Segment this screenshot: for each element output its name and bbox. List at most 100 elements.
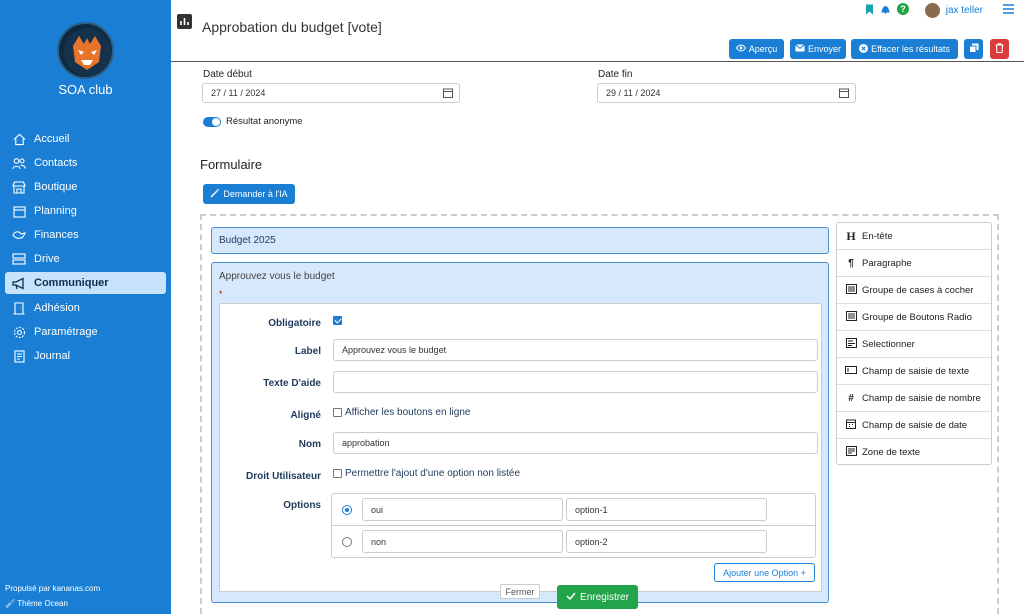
palette-item-select[interactable]: Selectionner	[837, 331, 991, 358]
preview-button[interactable]: Aperçu	[729, 39, 784, 59]
sidebar-item-journal[interactable]: Journal	[5, 345, 166, 367]
help-text-input[interactable]	[333, 371, 818, 393]
duplicate-button[interactable]	[964, 39, 983, 59]
send-button[interactable]: Envoyer	[790, 39, 846, 59]
door-icon	[12, 301, 26, 315]
label-input[interactable]: Approuvez vous le budget	[333, 339, 818, 361]
option-value-input[interactable]: option-1	[566, 498, 767, 521]
palette-item-heading[interactable]: H En-tête	[837, 223, 991, 250]
start-date-label: Date début	[203, 69, 252, 80]
theme-label: Thème Ocean	[17, 599, 68, 608]
sidebar-item-adhesion[interactable]: Adhésion	[5, 297, 166, 319]
palette-item-radio-group[interactable]: Groupe de Boutons Radio	[837, 304, 991, 331]
theme-switch[interactable]: 🖌 Thème Ocean	[5, 599, 68, 608]
options-label: Options	[283, 500, 321, 511]
home-icon	[12, 132, 26, 146]
palette-item-textarea[interactable]: Zone de texte	[837, 439, 991, 466]
start-date-input[interactable]: 27 / 11 / 2024	[202, 83, 460, 103]
sidebar-item-label: Journal	[34, 350, 71, 362]
bell-icon[interactable]	[880, 4, 891, 18]
sidebar-item-label: Adhésion	[34, 302, 80, 314]
brush-icon: 🖌	[5, 599, 16, 608]
sidebar-item-planning[interactable]: Planning	[5, 200, 166, 222]
header-field[interactable]: Budget 2025	[211, 227, 829, 254]
gear-icon	[12, 325, 26, 339]
copy-icon	[968, 43, 979, 55]
money-icon	[12, 228, 26, 242]
inline-checkbox[interactable]	[333, 408, 342, 417]
calendar-icon	[845, 419, 857, 432]
save-button[interactable]: Enregistrer	[557, 585, 638, 609]
palette-item-paragraph[interactable]: ¶ Paragraphe	[837, 250, 991, 277]
close-button[interactable]: Fermer	[500, 584, 540, 599]
name-label: Nom	[298, 439, 321, 450]
page-title: Approbation du budget [vote]	[202, 19, 382, 35]
add-option-button[interactable]: Ajouter une Option +	[714, 563, 815, 582]
user-right-checkbox-label[interactable]: Permettre l'ajout d'une option non listé…	[345, 468, 520, 479]
end-date-label: Date fin	[598, 69, 633, 80]
option-row: non option-2	[332, 526, 815, 558]
powered-by[interactable]: Propulsé par kananas.com	[5, 584, 100, 593]
paragraph-icon: ¶	[848, 257, 854, 269]
option-value-input[interactable]: option-2	[566, 530, 767, 553]
sidebar-item-label: Paramétrage	[34, 326, 98, 338]
chart-icon	[177, 14, 192, 29]
svg-text:?: ?	[900, 4, 906, 14]
help-text-label: Texte D'aide	[263, 378, 321, 389]
option-radio[interactable]	[342, 537, 352, 547]
sidebar-item-label: Planning	[34, 205, 77, 217]
name-input[interactable]: approbation	[333, 432, 818, 454]
palette-item-checkbox-group[interactable]: Groupe de cases à cocher	[837, 277, 991, 304]
user-name[interactable]: jax teller	[946, 5, 983, 16]
option-label-input[interactable]: non	[362, 530, 563, 553]
top-right-toolbar: ? jax teller	[865, 3, 1014, 18]
required-label: Obligatoire	[268, 318, 321, 329]
sidebar-nav: Accueil Contacts Boutique Planning Finan…	[5, 128, 166, 369]
sidebar-item-finances[interactable]: Finances	[5, 224, 166, 246]
ask-ai-button[interactable]: Demander à l'IA	[203, 184, 295, 204]
required-checkbox[interactable]	[333, 316, 342, 325]
inline-checkbox-label[interactable]: Afficher les boutons en ligne	[345, 407, 470, 418]
journal-icon	[12, 349, 26, 363]
heading-icon: H	[846, 228, 856, 243]
palette-item-date-input[interactable]: Champ de saisie de date	[837, 412, 991, 439]
anonymous-toggle[interactable]	[203, 117, 221, 127]
trash-icon	[995, 43, 1004, 55]
sidebar-item-contacts[interactable]: Contacts	[5, 152, 166, 174]
option-label-input[interactable]: oui	[362, 498, 563, 521]
sidebar-item-label: Accueil	[34, 133, 70, 145]
calendar-icon[interactable]	[839, 88, 849, 100]
calendar-icon	[12, 204, 26, 218]
times-circle-icon	[859, 43, 869, 55]
user-right-label: Droit Utilisateur	[245, 471, 321, 482]
clear-results-button[interactable]: Effacer les résultats	[851, 39, 958, 59]
end-date-input[interactable]: 29 / 11 / 2024	[597, 83, 856, 103]
menu-icon[interactable]	[1003, 4, 1014, 17]
help-icon[interactable]: ?	[896, 3, 909, 18]
radio-list-icon	[845, 310, 857, 324]
avatar[interactable]	[924, 3, 940, 18]
inline-label: Aligné	[290, 410, 321, 421]
sidebar-item-communiquer[interactable]: Communiquer	[5, 272, 166, 294]
sidebar-item-drive[interactable]: Drive	[5, 248, 166, 270]
club-name: SOA club	[58, 82, 113, 97]
sidebar-item-label: Communiquer	[34, 277, 109, 289]
delete-button[interactable]	[990, 39, 1009, 59]
palette-item-number-input[interactable]: # Champ de saisie de nombre	[837, 385, 991, 412]
sidebar-item-parametrage[interactable]: Paramétrage	[5, 321, 166, 343]
sidebar-item-label: Finances	[34, 229, 79, 241]
sidebar-item-label: Drive	[34, 253, 60, 265]
text-input-icon	[845, 365, 857, 377]
calendar-icon[interactable]	[443, 88, 453, 100]
palette-item-text-input[interactable]: Champ de saisie de texte	[837, 358, 991, 385]
user-right-checkbox[interactable]	[333, 469, 342, 478]
bookmark-icon[interactable]	[865, 4, 874, 18]
option-radio[interactable]	[342, 505, 352, 515]
shop-icon	[12, 180, 26, 194]
sidebar-item-accueil[interactable]: Accueil	[5, 128, 166, 150]
club-logo[interactable]	[57, 22, 114, 79]
select-icon	[845, 337, 857, 351]
sidebar-item-label: Contacts	[34, 157, 78, 169]
magic-wand-icon	[210, 188, 221, 200]
sidebar-item-boutique[interactable]: Boutique	[5, 176, 166, 198]
